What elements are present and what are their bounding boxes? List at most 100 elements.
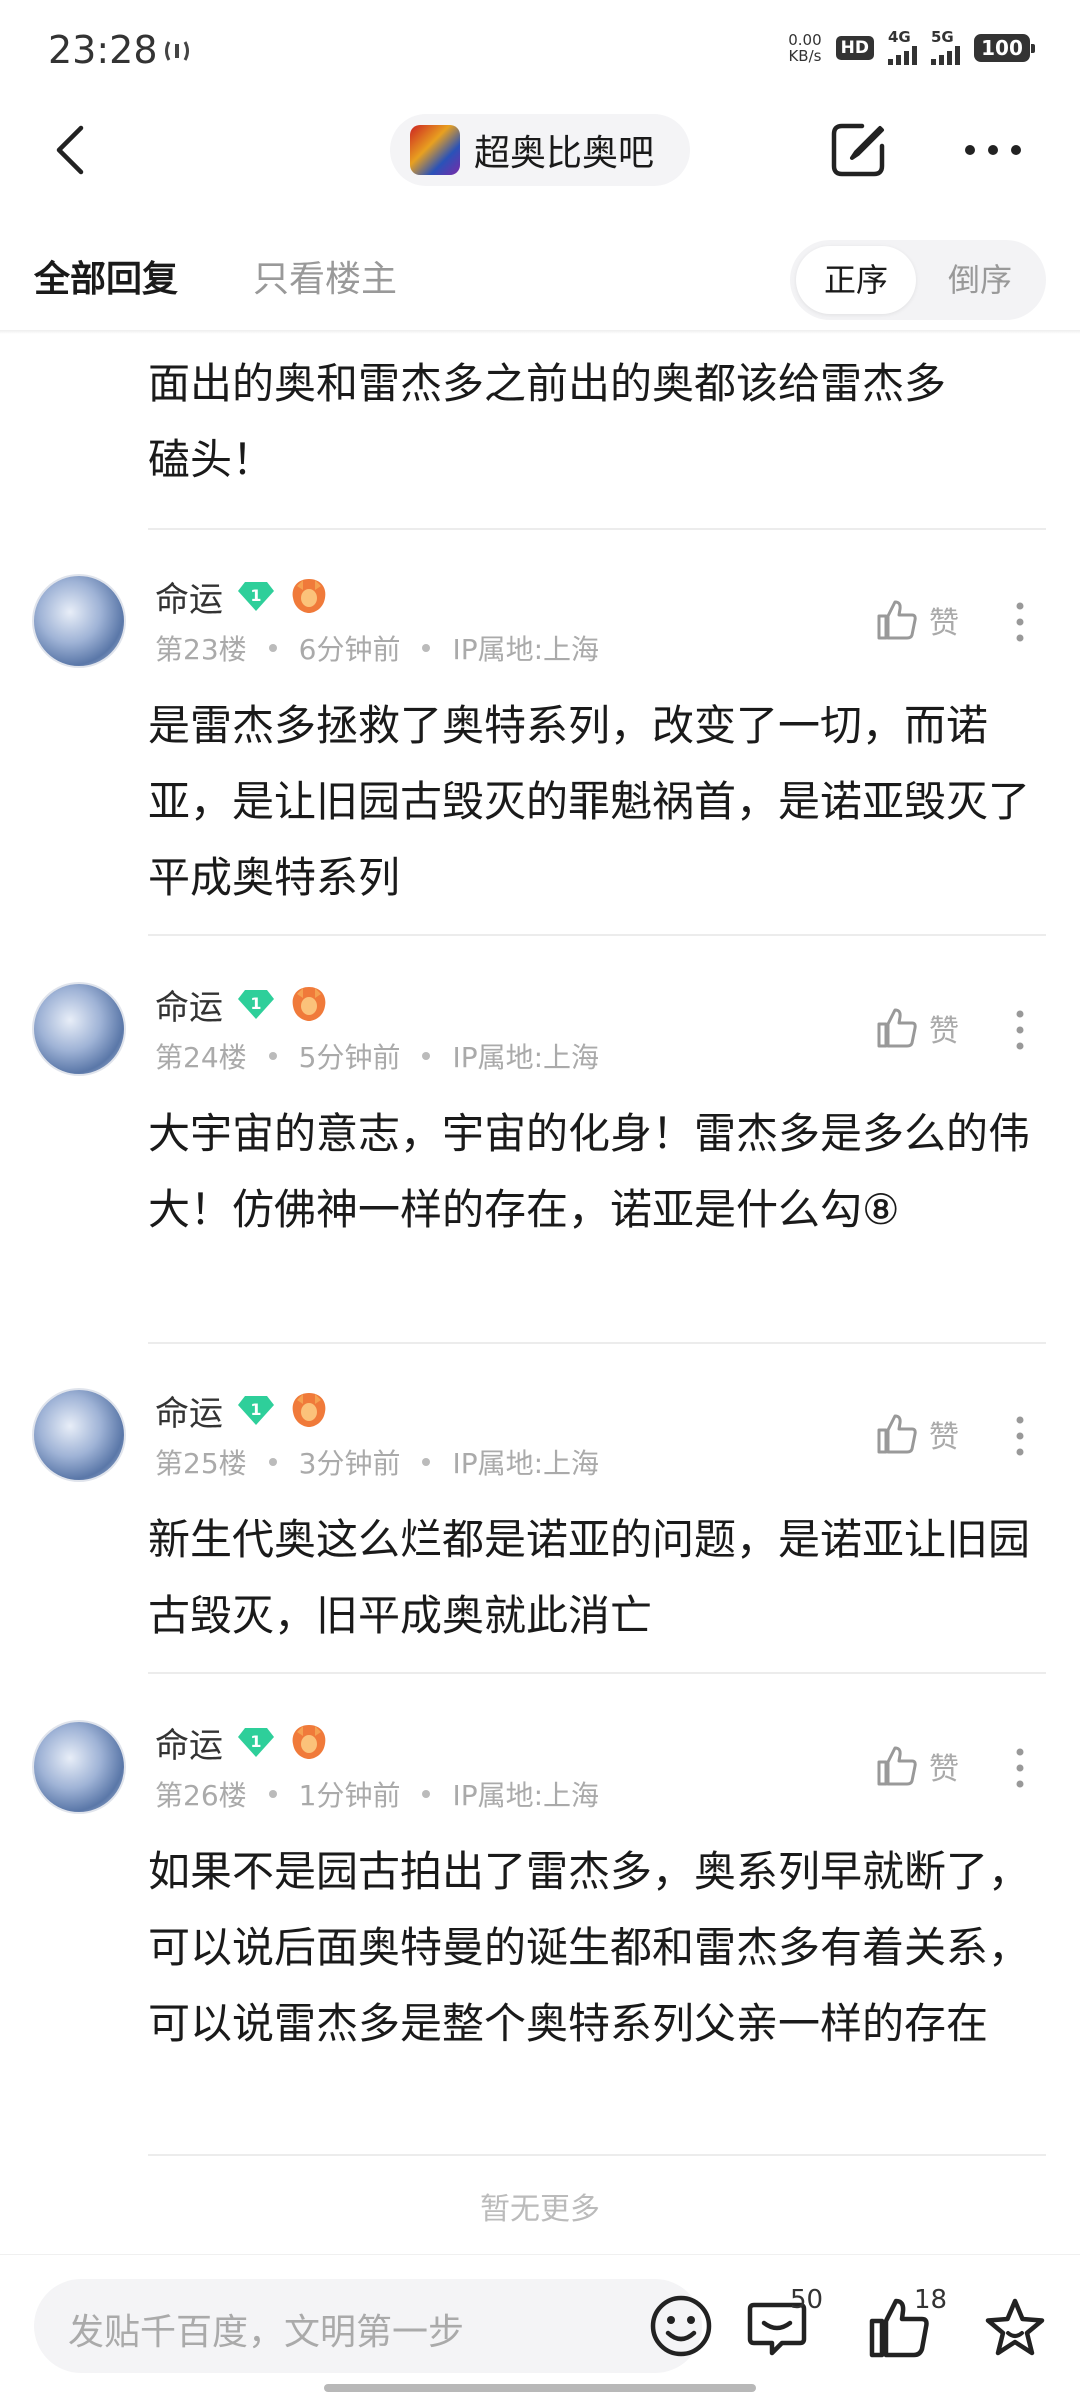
star-icon xyxy=(985,2298,1045,2356)
separator-dot xyxy=(268,1052,277,1060)
like-label: 赞 xyxy=(929,1014,959,1049)
like-button[interactable]: 赞 xyxy=(875,1412,959,1456)
separator-dot xyxy=(422,1790,431,1798)
like-button[interactable]: 赞 xyxy=(875,1006,959,1050)
nfc-icon xyxy=(162,34,192,76)
comment-input[interactable]: 发贴千百度，文明第一步 xyxy=(34,2279,712,2373)
gem-level: 1 xyxy=(250,586,261,605)
avatar[interactable] xyxy=(32,982,126,1076)
gem-badge-icon: 1 xyxy=(237,580,275,612)
signal-4g-label: 4G xyxy=(888,28,911,46)
avatar[interactable] xyxy=(32,1720,126,1814)
floor-number: 第25楼 xyxy=(155,1447,247,1480)
reply-list: 没有雷杰多的诞生，奥系列早就毁灭了，后 面出的奥和雷杰多之前出的奥都该给雷杰多 … xyxy=(0,330,1080,2250)
separator-dot xyxy=(422,1458,431,1466)
forum-name: 超奥比奥吧 xyxy=(474,133,655,174)
gem-level: 1 xyxy=(250,1400,261,1419)
forum-pill[interactable]: 超奥比奥吧 xyxy=(390,114,690,186)
thumbs-up-icon xyxy=(877,1746,917,1786)
more-button[interactable] xyxy=(958,118,1028,182)
reply-text: 新生代奥这么烂都是诺亚的问题，是诺亚让旧园古毁灭，旧平成奥就此消亡 xyxy=(148,1515,1031,1640)
reply-meta: 第23楼 6分钟前 IP属地:上海 xyxy=(155,628,599,668)
like-count: 18 xyxy=(914,2285,948,2315)
reply-more-button[interactable] xyxy=(1002,600,1038,644)
ip-location: IP属地:上海 xyxy=(452,1779,600,1812)
reply-tabs: 全部回复 只看楼主 正序 倒序 xyxy=(0,232,1080,332)
home-indicator[interactable] xyxy=(324,2384,756,2392)
avatar[interactable] xyxy=(32,1388,126,1482)
like-label: 赞 xyxy=(929,1752,959,1787)
level-badge-icon xyxy=(289,1390,329,1430)
comment-count: 50 xyxy=(790,2285,824,2315)
signal-5g-label: 5G xyxy=(931,28,954,46)
separator-dot xyxy=(268,644,277,652)
no-more-text: 暂无更多 xyxy=(480,2192,600,2227)
sort-toggle: 正序 倒序 xyxy=(790,240,1046,320)
emoji-button[interactable] xyxy=(648,2293,714,2359)
reply-username[interactable]: 命运 xyxy=(155,572,223,621)
tab-all-replies[interactable]: 全部回复 xyxy=(34,250,178,302)
reply-username[interactable]: 命运 xyxy=(155,980,223,1029)
kebab-icon xyxy=(1016,1748,1024,1788)
smiley-icon xyxy=(650,2295,712,2357)
avatar[interactable] xyxy=(32,574,126,668)
ip-location: IP属地:上海 xyxy=(452,633,600,666)
sort-desc-button[interactable]: 倒序 xyxy=(920,246,1040,314)
divider xyxy=(148,528,1046,530)
top-nav: 超奥比奥吧 xyxy=(0,100,1080,200)
like-label: 赞 xyxy=(929,1420,959,1455)
reply-time: 1分钟前 xyxy=(298,1779,401,1812)
content-shadow xyxy=(0,330,1080,334)
partial-post-line: 面出的奥和雷杰多之前出的奥都该给雷杰多 xyxy=(148,359,947,408)
like-label: 赞 xyxy=(929,606,959,641)
tab-only-op[interactable]: 只看楼主 xyxy=(253,250,397,302)
back-button[interactable] xyxy=(40,120,100,180)
partial-post-text: 没有雷杰多的诞生，奥系列早就毁灭了，后 面出的奥和雷杰多之前出的奥都该给雷杰多 … xyxy=(148,330,1048,498)
reply-meta: 第24楼 5分钟前 IP属地:上海 xyxy=(155,1036,599,1076)
forum-avatar xyxy=(410,125,460,175)
reply-text: 是雷杰多拯救了奥特系列，改变了一切，而诺亚，是让旧园古毁灭的罪魁祸首，是诺亚毁灭… xyxy=(148,701,1031,902)
reply-more-button[interactable] xyxy=(1002,1414,1038,1458)
divider xyxy=(148,2154,1046,2156)
favorite-button[interactable] xyxy=(982,2295,1048,2361)
reply-more-button[interactable] xyxy=(1002,1008,1038,1052)
kebab-icon xyxy=(1016,1416,1024,1456)
gem-badge-icon: 1 xyxy=(237,1394,275,1426)
kebab-icon xyxy=(1016,1010,1024,1050)
gem-level: 1 xyxy=(250,1732,261,1751)
gem-badge-icon: 1 xyxy=(237,1726,275,1758)
divider xyxy=(148,934,1046,936)
bottom-bar: 发贴千百度，文明第一步 50 18 xyxy=(0,2254,1080,2400)
signal-4g-icon: 4G xyxy=(888,30,917,65)
separator-dot xyxy=(422,644,431,652)
thumbs-up-icon xyxy=(877,1414,917,1454)
reply-time: 5分钟前 xyxy=(298,1041,401,1074)
separator-dot xyxy=(422,1052,431,1060)
hd-badge: HD xyxy=(835,35,874,60)
level-badge-icon xyxy=(289,1722,329,1762)
divider xyxy=(148,1672,1046,1674)
partial-post-line: 磕头！ xyxy=(148,435,275,484)
reply-time: 3分钟前 xyxy=(298,1447,401,1480)
reply-username[interactable]: 命运 xyxy=(155,1718,223,1767)
reply-more-button[interactable] xyxy=(1002,1746,1038,1790)
sort-asc-button[interactable]: 正序 xyxy=(796,246,916,314)
separator-dot xyxy=(268,1790,277,1798)
net-speed-unit: KB/s xyxy=(788,46,822,65)
edit-button[interactable] xyxy=(826,118,890,182)
battery-icon: 100 xyxy=(974,33,1035,62)
ip-location: IP属地:上海 xyxy=(452,1447,600,1480)
ip-location: IP属地:上海 xyxy=(452,1041,600,1074)
gem-level: 1 xyxy=(250,994,261,1013)
like-button[interactable]: 赞 xyxy=(875,598,959,642)
reply-meta: 第26楼 1分钟前 IP属地:上海 xyxy=(155,1774,599,1814)
like-button[interactable]: 赞 xyxy=(875,1744,959,1788)
status-bar: 23:28 0.00 KB/s HD 4G 5G 100 xyxy=(0,0,1080,100)
comment-input-placeholder: 发贴千百度，文明第一步 xyxy=(68,2312,465,2353)
reply-username[interactable]: 命运 xyxy=(155,1386,223,1435)
level-badge-icon xyxy=(289,984,329,1024)
separator-dot xyxy=(268,1458,277,1466)
level-badge-icon xyxy=(289,576,329,616)
signal-5g-icon: 5G xyxy=(931,30,960,65)
kebab-icon xyxy=(1016,602,1024,642)
